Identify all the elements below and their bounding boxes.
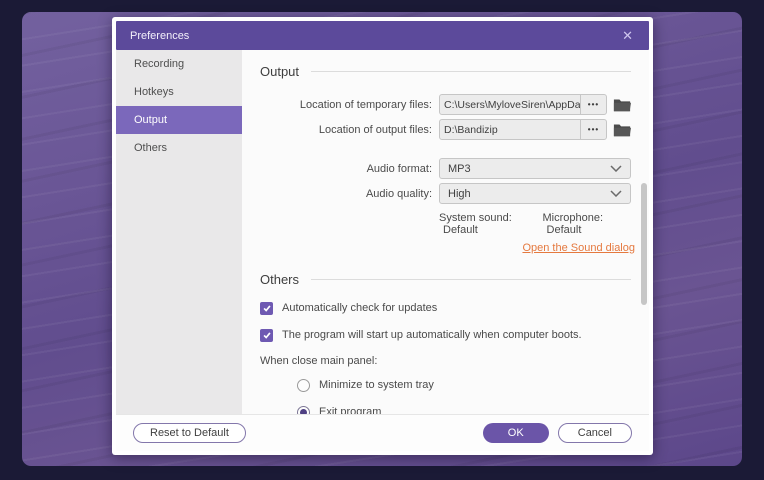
temp-files-label: Location of temporary files: [299,98,432,111]
dialog-titlebar[interactable]: Preferences ✕ [116,21,649,50]
temp-files-field[interactable]: C:\Users\MyloveSiren\AppData\Loc ••• [439,94,607,115]
minimize-tray-row: Minimize to system tray [297,377,631,393]
exit-program-radio[interactable] [297,405,310,414]
sidebar-item-hotkeys[interactable]: Hotkeys [116,78,242,106]
audio-quality-select[interactable]: High [439,183,631,204]
browse-ellipsis-button[interactable]: ••• [580,120,606,139]
path-fields: Location of temporary files: C:\Users\My… [260,94,631,140]
system-sound-label: System sound: [439,212,512,224]
exit-program-label: Exit program [319,406,382,414]
cancel-button[interactable]: Cancel [557,423,632,443]
exit-program-row: Exit program [297,404,631,414]
audio-quality-value: High [448,187,471,200]
section-divider [311,70,631,72]
dialog-body: Recording Hotkeys Output Others Output L… [116,50,649,414]
microphone-label: Microphone: [542,212,604,224]
minimize-tray-label: Minimize to system tray [319,379,434,391]
scrollbar-thumb[interactable] [641,183,647,305]
minimize-tray-radio[interactable] [297,378,310,392]
ok-button[interactable]: OK [482,423,549,443]
sidebar-item-others[interactable]: Others [116,134,242,162]
audio-format-value: MP3 [448,162,471,175]
open-folder-icon[interactable] [613,122,631,137]
check-updates-checkbox[interactable] [260,301,273,315]
check-updates-label: Automatically check for updates [282,302,438,314]
sidebar: Recording Hotkeys Output Others [116,50,242,414]
audio-format-select[interactable]: MP3 [439,158,631,179]
output-files-row: Location of output files: D:\Bandizip ••… [260,119,631,140]
temp-files-value: C:\Users\MyloveSiren\AppData\Loc [444,98,580,111]
output-files-field[interactable]: D:\Bandizip ••• [439,119,607,140]
auto-start-row: The program will start up automatically … [260,327,631,343]
output-section-title: Output [260,63,300,79]
system-sound-value: Default [443,224,478,236]
browse-ellipsis-button[interactable]: ••• [580,95,606,114]
check-icon [262,332,271,339]
check-updates-row: Automatically check for updates [260,300,631,316]
dialog-footer: Reset to Default OK Cancel [116,414,649,451]
auto-start-label: The program will start up automatically … [282,329,582,341]
when-close-label: When close main panel: [260,355,378,367]
microphone-value: Default [546,224,582,236]
output-files-value: D:\Bandizip [444,123,498,136]
dialog-title: Preferences [130,29,190,42]
section-divider [311,278,631,280]
audio-quality-row: Audio quality: High [260,183,631,204]
audio-format-row: Audio format: MP3 [260,158,631,179]
sound-status-row: System sound: Default Microphone: Defaul… [439,212,635,236]
sidebar-item-output[interactable]: Output [116,106,242,134]
audio-quality-label: Audio quality: [365,187,432,200]
chevron-down-icon [610,190,622,197]
preferences-dialog: Preferences ✕ Recording Hotkeys Output O… [112,17,653,455]
open-sound-dialog-link[interactable]: Open the Sound dialog [522,242,635,254]
audio-format-label: Audio format: [366,162,432,175]
others-section-title: Others [260,271,300,287]
chevron-down-icon [610,165,622,172]
audio-dropdowns: Audio format: MP3 Audio quality: High [260,158,631,204]
check-icon [262,305,271,312]
system-sound-status: System sound: Default [439,212,543,236]
settings-content: Output Location of temporary files: C:\U… [242,50,649,414]
close-icon[interactable]: ✕ [618,27,637,44]
output-section-header: Output [260,63,631,79]
others-section-header: Others [260,271,631,287]
microphone-status: Microphone: Default [543,212,635,236]
reset-to-default-button[interactable]: Reset to Default [133,423,246,443]
sidebar-item-recording[interactable]: Recording [116,50,242,78]
open-folder-icon[interactable] [613,97,631,112]
sound-dialog-link-row: Open the Sound dialog [439,238,635,256]
output-files-label: Location of output files: [318,123,432,136]
auto-start-checkbox[interactable] [260,328,273,342]
temp-files-row: Location of temporary files: C:\Users\My… [260,94,631,115]
